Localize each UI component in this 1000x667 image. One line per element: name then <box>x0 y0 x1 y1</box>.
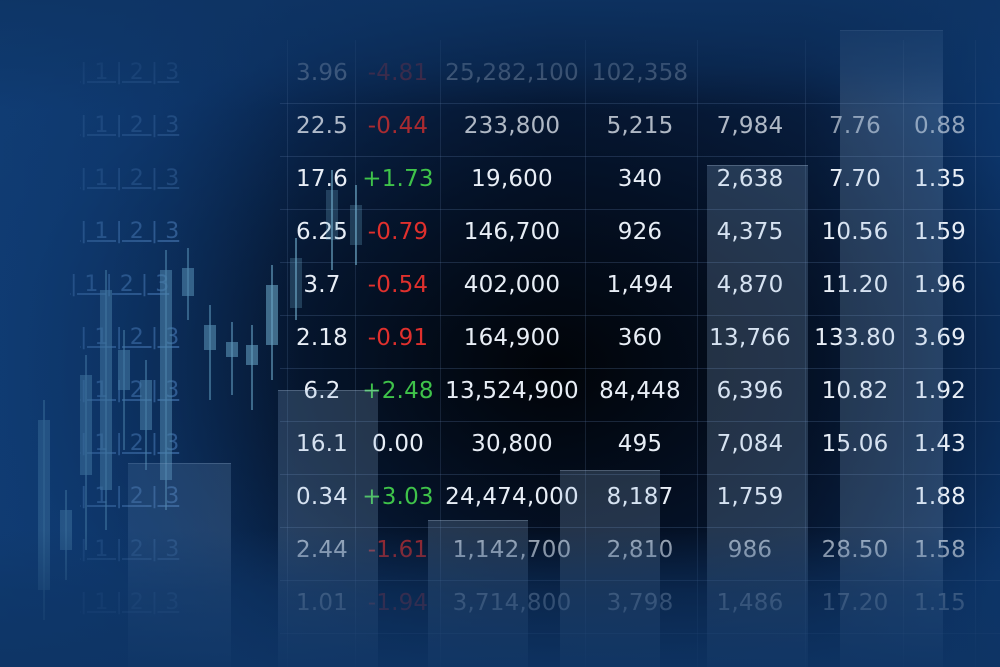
bar-overlay-1 <box>128 463 231 667</box>
bar-overlay-2 <box>278 390 378 667</box>
candle-wick <box>209 305 211 400</box>
cell-r7-c3: 13,524,900 <box>445 378 579 404</box>
candle-body <box>326 190 338 240</box>
bar-overlay-4 <box>560 470 660 667</box>
candle-wick <box>231 322 233 395</box>
cell-r8-c3: 30,800 <box>471 431 553 457</box>
candle-body <box>350 205 362 245</box>
candle-body <box>226 342 238 357</box>
candle-body <box>100 290 112 490</box>
candle-body <box>266 285 278 345</box>
bar-overlay-3 <box>428 520 528 667</box>
candle-body <box>60 510 72 550</box>
candle-body <box>204 325 216 350</box>
cell-r6-c3: 164,900 <box>463 325 561 351</box>
candle-body <box>118 350 130 390</box>
cell-r2-c3: 233,800 <box>463 113 561 139</box>
cell-r1-c4: 102,358 <box>591 60 689 86</box>
side-label-4: | 1 | 2 | 3 <box>80 219 180 244</box>
candle-body <box>246 345 258 365</box>
candle-body <box>182 268 194 296</box>
side-label-1: | 1 | 2 | 3 <box>80 60 180 85</box>
stock-ticker-photo: 3.96 -4.81 25,282,100 102,358 22.5 -0.44 233,8… <box>0 0 1000 667</box>
cell-r3-c3: 19,600 <box>471 166 553 192</box>
candle-body <box>290 258 302 308</box>
bar-overlay-6 <box>840 30 943 667</box>
side-label-3: | 1 | 2 | 3 <box>80 166 180 191</box>
candle-wick <box>123 330 125 450</box>
candle-wick <box>251 325 253 410</box>
candle-body <box>80 375 92 475</box>
cell-r4-c3: 146,700 <box>463 219 561 245</box>
side-label-5: | 1 | 2 | 3 <box>70 272 170 297</box>
side-label-2: | 1 | 2 | 3 <box>80 113 180 138</box>
cell-r5-c3: 402,000 <box>463 272 561 298</box>
candle-body <box>160 270 172 480</box>
candle-body <box>140 380 152 430</box>
candle-body <box>38 420 50 590</box>
cell-r1-c3: 25,282,100 <box>445 60 579 86</box>
bar-overlay-5 <box>707 165 808 667</box>
